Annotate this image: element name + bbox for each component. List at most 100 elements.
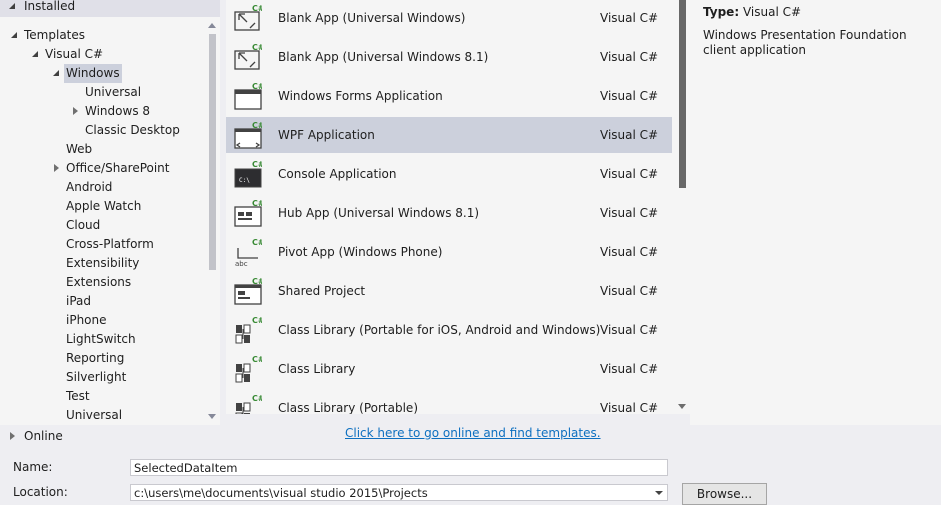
tree-item-label: Universal (66, 408, 123, 422)
tree-item-label: Extensibility (66, 256, 140, 270)
tree-item-label: Visual C# (45, 47, 104, 61)
template-item[interactable]: C# Windows Forms Application Visual C# (226, 78, 672, 114)
expand-arrow-icon[interactable] (8, 427, 18, 446)
chevron-down-icon[interactable] (655, 491, 663, 495)
scroll-down-icon[interactable] (678, 404, 686, 409)
browse-button[interactable]: Browse... (682, 483, 767, 505)
tree-item-label: iPad (66, 294, 92, 308)
tree-item-classic-desktop[interactable]: Classic Desktop (0, 121, 205, 140)
template-language: Visual C# (600, 245, 659, 259)
tree-item-label: Extensions (66, 275, 132, 289)
tree-item-extensions[interactable]: Extensions (0, 273, 205, 292)
tree-item-label: Cloud (66, 218, 101, 232)
location-combobox[interactable]: c:\users\me\documents\visual studio 2015… (130, 484, 668, 501)
tree-item-label: Android (66, 180, 113, 194)
template-tree-panel: Installed Templates Visual C# Windows Unive… (0, 0, 220, 425)
tree-item-label: Office/SharePoint (66, 161, 170, 175)
name-field[interactable]: SelectedDataItem (130, 459, 668, 476)
template-language: Visual C# (600, 89, 659, 103)
tree-item-android[interactable]: Android (0, 178, 205, 197)
class-library-icon: C# (234, 394, 265, 414)
svg-text:C#: C# (252, 238, 262, 247)
tree-item-cloud[interactable]: Cloud (0, 216, 205, 235)
template-info-panel: Type: Visual C# Windows Presentation Fou… (690, 0, 941, 425)
tree-item-universal[interactable]: Universal (0, 406, 205, 425)
template-name: Shared Project (278, 284, 366, 298)
template-name: Blank App (Universal Windows 8.1) (278, 50, 489, 64)
tree-item-label: Windows (64, 64, 122, 83)
tree-item-universal[interactable]: Universal (0, 83, 205, 102)
blank-app-icon: C# (234, 4, 265, 32)
tree-item-label: Web (66, 142, 93, 156)
collapse-arrow-icon[interactable] (8, 0, 18, 16)
tree-item-label: Reporting (66, 351, 125, 365)
template-name: Class Library (278, 362, 356, 376)
tree-item-label: Classic Desktop (85, 123, 180, 137)
template-item[interactable]: C# Class Library (Portable) Visual C# (226, 390, 672, 414)
template-name: Blank App (Universal Windows) (278, 11, 466, 25)
template-list-scrollbar[interactable] (676, 0, 690, 414)
tree-item-web[interactable]: Web (0, 140, 205, 159)
template-language: Visual C# (600, 284, 659, 298)
tree-item-windows[interactable]: Windows (0, 64, 205, 83)
template-item[interactable]: C# Blank App (Universal Windows 8.1) Visua… (226, 39, 672, 75)
svg-text:C#: C# (252, 199, 262, 208)
svg-text:C#: C# (252, 355, 262, 364)
tree-item-lightswitch[interactable]: LightSwitch (0, 330, 205, 349)
tree-item-installed[interactable]: Installed (0, 0, 220, 17)
template-language: Visual C# (600, 50, 659, 64)
scroll-down-icon[interactable] (208, 414, 216, 419)
blank-app-icon: C# (234, 43, 265, 71)
template-item[interactable]: C:\ C# Console Application Visual C# (226, 156, 672, 192)
name-label: Name: (13, 460, 53, 474)
type-value: Visual C# (742, 5, 802, 19)
pivot-icon: abc C# (234, 238, 265, 268)
tree-item-label: Installed (24, 0, 76, 13)
tree-item-reporting[interactable]: Reporting (0, 349, 205, 368)
tree-item-silverlight[interactable]: Silverlight (0, 368, 205, 387)
template-item[interactable]: C# Class Library (Portable for iOS, Andro… (226, 312, 672, 348)
tree-item-cross-platform[interactable]: Cross-Platform (0, 235, 205, 254)
template-language: Visual C# (600, 11, 659, 25)
template-name: Class Library (Portable) (278, 401, 418, 414)
template-item[interactable]: C# Hub App (Universal Windows 8.1) Visual … (226, 195, 672, 231)
svg-text:C#: C# (252, 394, 262, 403)
tree-item-windows-8[interactable]: Windows 8 (0, 102, 205, 121)
expand-arrow-icon[interactable] (71, 102, 81, 121)
template-name: Hub App (Universal Windows 8.1) (278, 206, 480, 220)
template-item[interactable]: C# Class Library Visual C# (226, 351, 672, 387)
tree-item-label: Test (66, 389, 90, 403)
collapse-arrow-icon[interactable] (31, 45, 41, 64)
template-item[interactable]: abc C# Pivot App (Windows Phone) Visual C# (226, 234, 672, 270)
tree-item-templates[interactable]: Templates (0, 26, 205, 45)
tree-item-ipad[interactable]: iPad (0, 292, 205, 311)
tree-item-apple-watch[interactable]: Apple Watch (0, 197, 205, 216)
tree-item-label: Apple Watch (66, 199, 142, 213)
wpf-icon: C# (234, 121, 265, 149)
shared-icon: C# (234, 277, 265, 305)
template-item[interactable]: C# Blank App (Universal Windows) Visual C# (226, 0, 672, 36)
online-templates-link[interactable]: Click here to go online and find templat… (345, 426, 601, 440)
collapse-arrow-icon[interactable] (10, 26, 20, 45)
template-item[interactable]: C# WPF Application Visual C# (226, 117, 672, 153)
tree-item-visual-c-[interactable]: Visual C# (0, 45, 205, 64)
tree-item-iphone[interactable]: iPhone (0, 311, 205, 330)
scroll-thumb[interactable] (209, 34, 216, 270)
tree-scrollbar[interactable] (205, 17, 220, 425)
collapse-arrow-icon[interactable] (52, 64, 62, 83)
template-language: Visual C# (600, 323, 659, 337)
template-item[interactable]: C# Shared Project Visual C# (226, 273, 672, 309)
template-list: C# Blank App (Universal Windows) Visual C#… (226, 0, 676, 414)
tree-item-extensibility[interactable]: Extensibility (0, 254, 205, 273)
scroll-up-icon[interactable] (208, 23, 216, 28)
tree-item-test[interactable]: Test (0, 387, 205, 406)
expand-arrow-icon[interactable] (52, 159, 62, 178)
template-type: Type: Visual C# (703, 5, 801, 19)
tree-item-office-sharepoint[interactable]: Office/SharePoint (0, 159, 205, 178)
template-language: Visual C# (600, 206, 659, 220)
template-name: WPF Application (278, 128, 375, 142)
template-language: Visual C# (600, 362, 659, 376)
template-description: Windows Presentation Foundation client a… (703, 28, 907, 57)
scroll-thumb[interactable] (679, 0, 686, 188)
tree-item-label: Cross-Platform (66, 237, 154, 251)
